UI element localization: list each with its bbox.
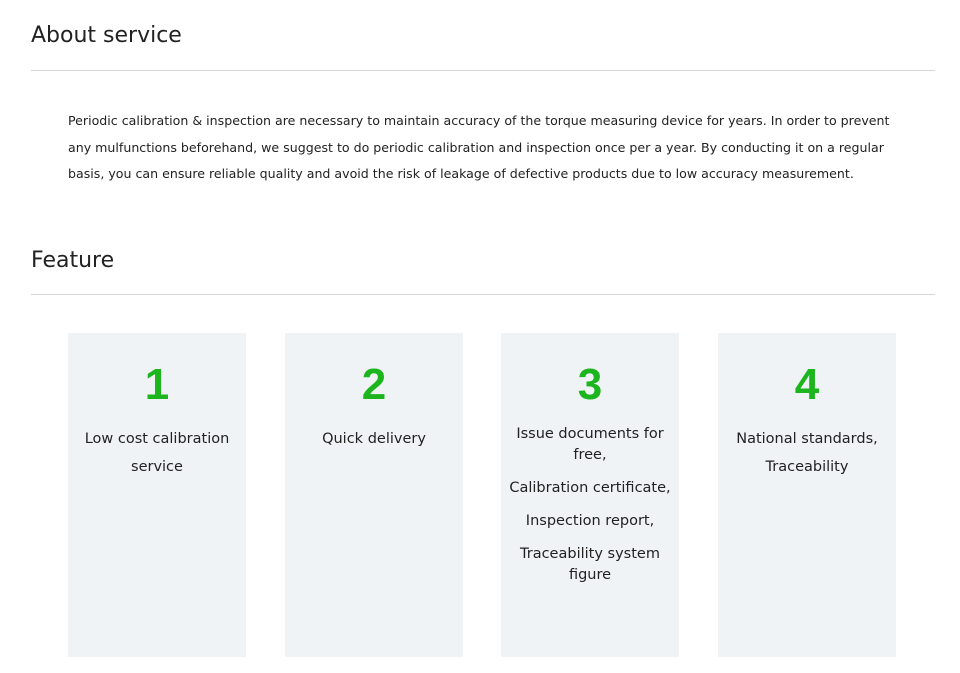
feature-text-line: Inspection report, [525,513,655,529]
feature-card-1: 1 Low cost calibration service [68,333,246,657]
feature-card-4: 4 National standards, Traceability [718,333,896,657]
page: About service Periodic calibration & ins… [0,0,960,673]
feature-number: 1 [144,360,170,409]
about-divider [31,70,935,71]
feature-text: National standards, Traceability [736,431,878,475]
feature-heading: Feature [31,248,115,273]
feature-number: 4 [794,360,820,409]
feature-number: 3 [577,360,603,409]
about-service-heading: About service [31,23,182,48]
feature-card-3: 3 Issue documents for free, Calibration … [501,333,679,657]
feature-text-line: Issue documents for free, [516,426,664,463]
feature-text-line: Traceability system figure [520,546,660,583]
feature-text-line: Calibration certificate, [509,480,671,496]
about-service-description: Periodic calibration & inspection are ne… [68,113,890,181]
feature-divider [31,294,935,295]
feature-text: Low cost calibration service [84,431,230,475]
feature-text: Quick delivery [322,431,426,447]
feature-text-list: Issue documents for free, Calibration ce… [509,424,671,598]
feature-cards: 1 Low cost calibration service 2 Quick d… [68,333,898,657]
feature-card-2: 2 Quick delivery [285,333,463,657]
feature-number: 2 [361,360,387,409]
